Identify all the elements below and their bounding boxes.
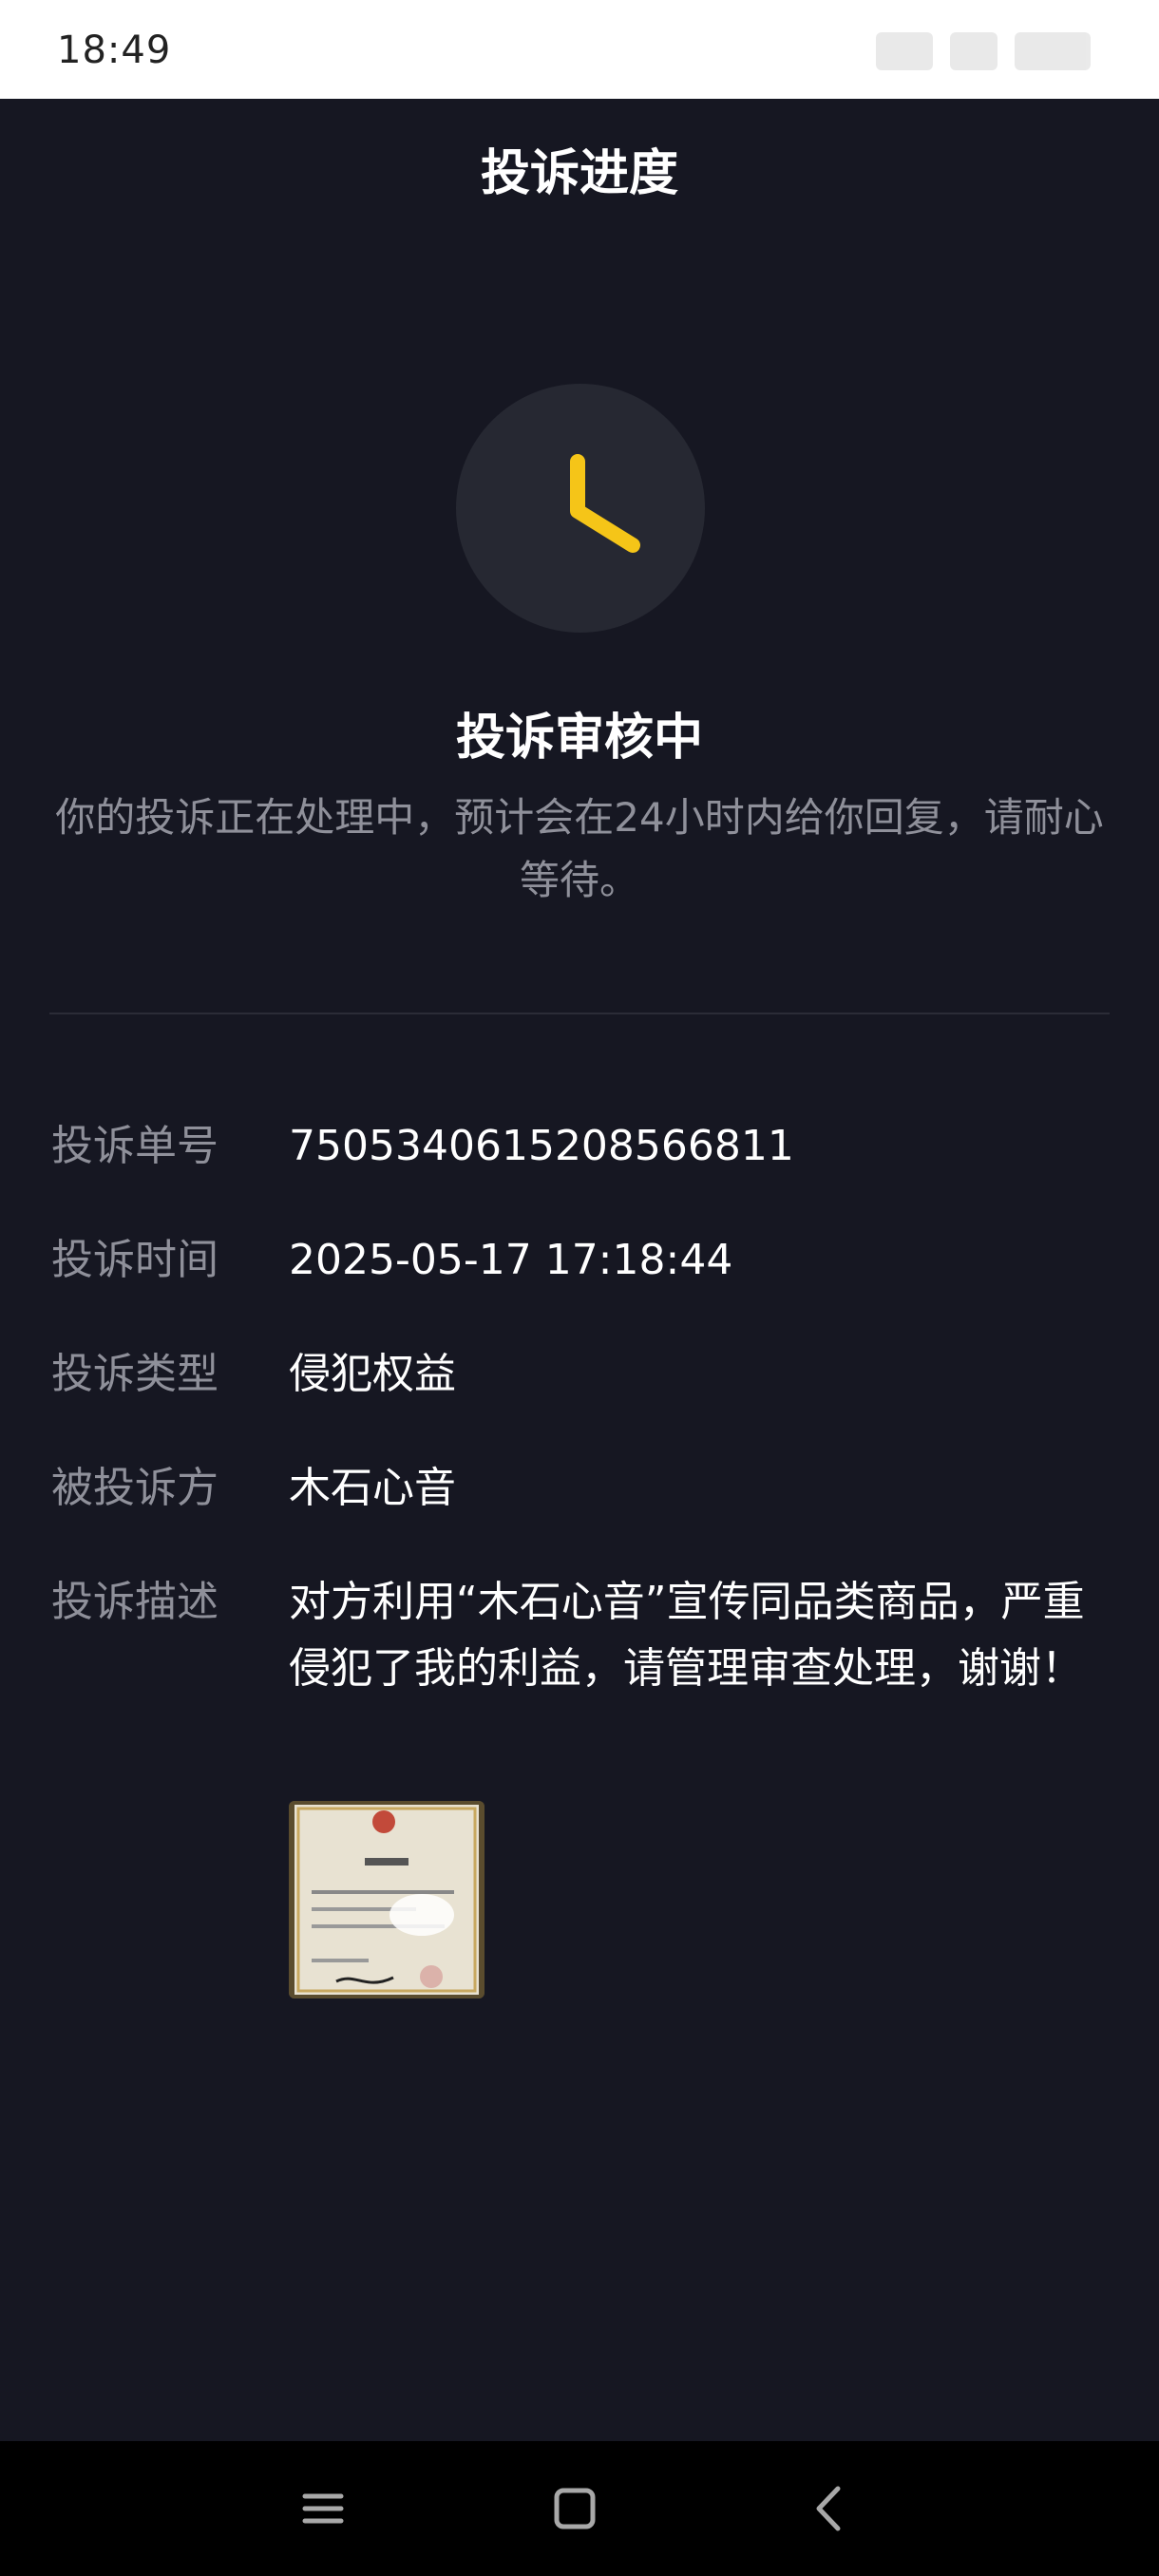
status-title: 投诉审核中 [455,710,703,767]
back-chevron-icon[interactable] [796,2475,863,2542]
complaint-progress-page: 投诉进度 投诉审核中 你的投诉正在处理中，预计会在24小时内给你回复，请耐心等待… [0,99,1159,2441]
complaint-target-value: 木石心音 [289,1464,456,1512]
divider [49,1013,1110,1014]
clock-icon [456,384,705,633]
status-time: 18:49 [57,28,172,72]
home-square-icon[interactable] [542,2475,608,2542]
menu-icon[interactable] [290,2475,356,2542]
complaint-type-label: 投诉类型 [51,1350,218,1398]
page-title: 投诉进度 [480,145,678,202]
complaint-id-label: 投诉单号 [51,1122,218,1170]
complaint-time-value: 2025-05-17 17:18:44 [289,1236,733,1284]
complaint-description-value: 对方利用“木石心音”宣传同品类商品，严重侵犯了我的利益，请管理审查处理，谢谢！ [289,1578,1085,1693]
wifi-icon [950,32,998,70]
status-description: 你的投诉正在处理中，预计会在24小时内给你回复，请耐心等待。 [55,794,1104,903]
complaint-target-label: 被投诉方 [51,1464,218,1512]
battery-icon [1015,32,1091,70]
system-icons [853,28,1091,74]
complaint-description-label: 投诉描述 [51,1578,218,1626]
complaint-id-value: 7505340615208566811 [289,1122,794,1170]
attachment-thumbnail[interactable] [289,1801,484,1998]
status-bar: 18:49 [0,0,1159,99]
complaint-type-value: 侵犯权益 [289,1350,456,1398]
system-navigation-bar [0,2441,1159,2576]
signal-icon [876,32,933,70]
complaint-time-label: 投诉时间 [51,1236,218,1284]
